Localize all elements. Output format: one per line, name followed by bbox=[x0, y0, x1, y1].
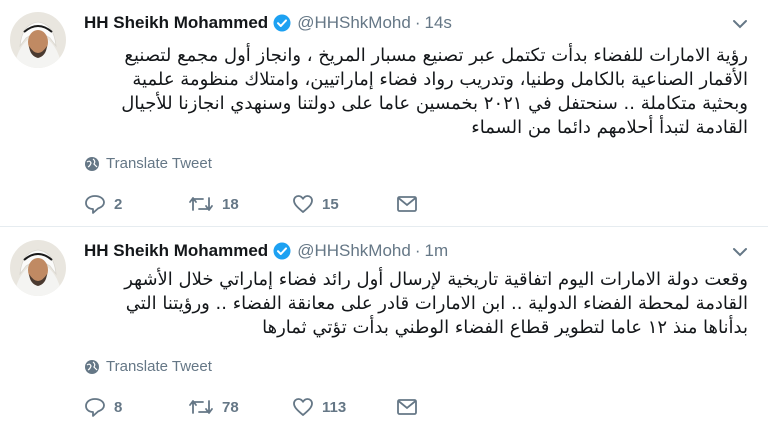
translate-label[interactable]: Translate Tweet bbox=[106, 155, 212, 172]
verified-badge-icon bbox=[273, 242, 291, 260]
tweet-text-line: رؤية الامارات للفضاء بدأت تكتمل عبر تصني… bbox=[124, 45, 748, 66]
verified-badge-icon bbox=[273, 14, 291, 32]
direct-message-button[interactable] bbox=[396, 195, 500, 213]
tweet-text: رؤية الامارات للفضاء بدأت تكتمل عبر تصني… bbox=[84, 44, 748, 140]
tweet-actions: 2 18 15 bbox=[84, 194, 500, 214]
display-name[interactable]: HH Sheikh Mohammed bbox=[84, 13, 268, 33]
chevron-down-icon[interactable] bbox=[730, 242, 750, 262]
separator-dot: · bbox=[414, 13, 421, 32]
tweet-text-line: القادمة لتبدأ أحلامهم دائما من السماء bbox=[471, 117, 748, 138]
tweet-text-line: وبحثية متكاملة .. سنحتفل في ٢٠٢١ بخمسين … bbox=[121, 93, 748, 114]
retweet-count: 18 bbox=[222, 195, 239, 213]
separator-dot: · bbox=[414, 241, 421, 260]
globe-icon bbox=[85, 359, 99, 374]
heart-icon bbox=[293, 195, 313, 213]
reply-icon bbox=[85, 195, 105, 214]
tweet-text-line: وقعت دولة الامارات اليوم اتفاقية تاريخية… bbox=[124, 269, 748, 290]
globe-icon bbox=[85, 156, 99, 171]
like-button[interactable]: 113 bbox=[292, 397, 396, 417]
retweet-button[interactable]: 78 bbox=[188, 397, 292, 417]
avatar[interactable] bbox=[10, 12, 66, 68]
retweet-icon bbox=[189, 197, 213, 211]
user-handle[interactable]: @HHShkMohd bbox=[297, 13, 411, 33]
retweet-count: 78 bbox=[222, 398, 239, 416]
reply-count: 2 bbox=[114, 195, 123, 213]
tweet-text-line: بدأناها منذ ١٢ عاما لتطوير قطاع الفضاء ا… bbox=[262, 317, 748, 338]
direct-message-button[interactable] bbox=[396, 398, 500, 416]
reply-button[interactable]: 8 bbox=[84, 397, 188, 417]
retweet-icon bbox=[189, 400, 213, 414]
heart-icon bbox=[293, 398, 313, 416]
tweet-text-line: الأقمار الصناعية بالكامل وطنيا، وتدريب ر… bbox=[132, 69, 748, 90]
translate-label[interactable]: Translate Tweet bbox=[106, 358, 212, 375]
tweet[interactable]: HH Sheikh Mohammed @HHShkMohd · 1m وقعت … bbox=[0, 228, 768, 431]
tweet-text: وقعت دولة الامارات اليوم اتفاقية تاريخية… bbox=[84, 268, 748, 340]
reply-count: 8 bbox=[114, 398, 123, 416]
chevron-down-icon[interactable] bbox=[730, 14, 750, 34]
envelope-icon bbox=[397, 196, 417, 212]
tweet[interactable]: HH Sheikh Mohammed @HHShkMohd · 14s رؤية… bbox=[0, 0, 768, 227]
like-count: 113 bbox=[322, 398, 347, 416]
timestamp[interactable]: 14s bbox=[425, 13, 452, 33]
tweet-text-line: القادمة لمحطة الفضاء الدولية .. ابن الام… bbox=[125, 293, 748, 314]
like-button[interactable]: 15 bbox=[292, 194, 396, 214]
timestamp[interactable]: 1m bbox=[425, 241, 449, 261]
reply-button[interactable]: 2 bbox=[84, 194, 188, 214]
like-count: 15 bbox=[322, 195, 339, 213]
envelope-icon bbox=[397, 399, 417, 415]
avatar[interactable] bbox=[10, 240, 66, 296]
translate-tweet-link[interactable]: Translate Tweet bbox=[84, 358, 212, 375]
tweet-actions: 8 78 113 bbox=[84, 397, 500, 417]
display-name[interactable]: HH Sheikh Mohammed bbox=[84, 241, 268, 261]
user-handle[interactable]: @HHShkMohd bbox=[297, 241, 411, 261]
translate-tweet-link[interactable]: Translate Tweet bbox=[84, 155, 212, 172]
retweet-button[interactable]: 18 bbox=[188, 194, 292, 214]
reply-icon bbox=[85, 398, 105, 417]
